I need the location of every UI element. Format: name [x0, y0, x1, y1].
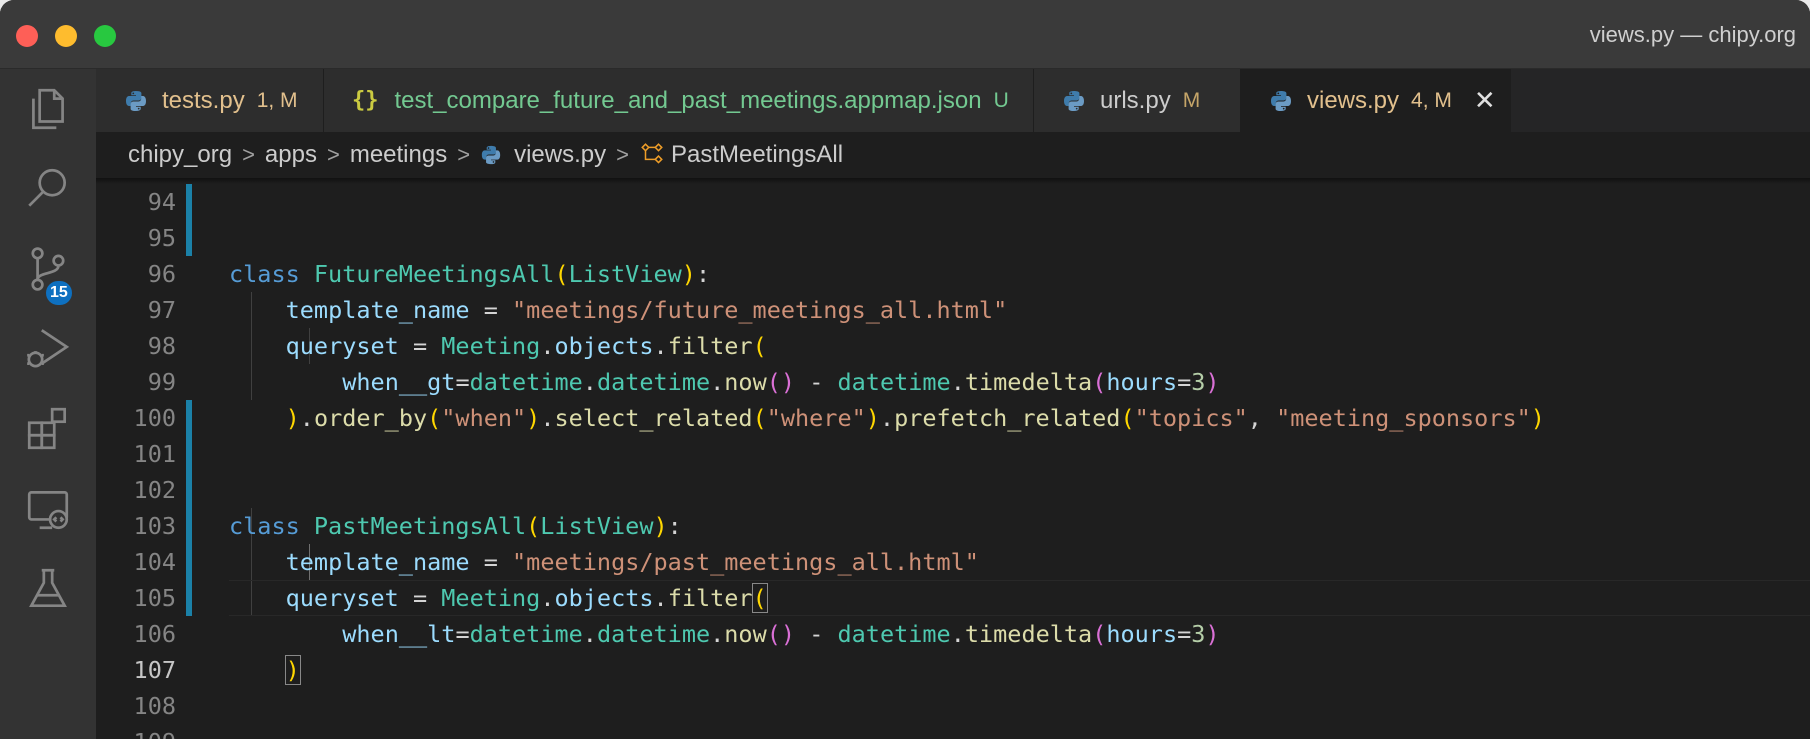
- code-line: 108: [96, 688, 1810, 724]
- close-window-button[interactable]: [16, 25, 38, 47]
- json-icon: {}: [352, 88, 379, 113]
- search-icon: [28, 168, 67, 207]
- activity-extensions[interactable]: [0, 389, 96, 469]
- code-line: 106 when__lt=datetime.datetime.now() - d…: [96, 616, 1810, 652]
- source-control-badge: 15: [44, 279, 74, 307]
- window-title: views.py — chipy.org: [1589, 22, 1796, 47]
- code-text: template_name = "meetings/past_meetings_…: [285, 548, 979, 576]
- activity-run-debug[interactable]: [0, 309, 96, 389]
- breadcrumb-separator: >: [326, 142, 340, 167]
- code-line: 95: [96, 220, 1810, 256]
- activity-search[interactable]: [0, 149, 96, 229]
- line-number: 97: [147, 296, 176, 324]
- tab-label: tests.py: [162, 86, 245, 114]
- remote-explorer-icon: [27, 490, 69, 530]
- tab-views-py[interactable]: views.py 4, M ✕: [1241, 69, 1511, 132]
- python-icon: [126, 90, 146, 111]
- files-icon: [32, 88, 64, 130]
- breadcrumb: chipy_org > apps > meetings > views.py >…: [96, 132, 1810, 178]
- class-symbol-icon: [641, 143, 663, 164]
- tab-label: urls.py: [1100, 86, 1171, 114]
- line-number: 95: [147, 224, 176, 252]
- tab-tests-py[interactable]: tests.py 1, M: [96, 69, 324, 132]
- code-line: 105 queryset = Meeting.objects.filter(: [96, 580, 1810, 616]
- code-text: queryset = Meeting.objects.filter(: [285, 332, 767, 360]
- line-number: 102: [133, 476, 176, 504]
- code-line: 97 template_name = "meetings/future_meet…: [96, 292, 1810, 328]
- breadcrumb-item[interactable]: meetings: [350, 141, 447, 169]
- code-line-current: 107 ): [96, 652, 1810, 688]
- breadcrumb-separator: >: [457, 142, 471, 167]
- line-number: 104: [133, 548, 176, 576]
- code-text: when__lt=datetime.datetime.now() - datet…: [342, 620, 1220, 648]
- code-line: 102: [96, 472, 1810, 508]
- line-number: 103: [133, 512, 176, 540]
- close-tab-icon[interactable]: ✕: [1474, 85, 1496, 116]
- breadcrumb-item[interactable]: PastMeetingsAll: [671, 141, 843, 169]
- line-number: 109: [96, 728, 176, 739]
- line-number: 100: [133, 404, 176, 432]
- tab-urls-py[interactable]: urls.py M: [1034, 69, 1241, 132]
- run-debug-icon: [27, 329, 70, 368]
- code-text: template_name = "meetings/future_meeting…: [285, 296, 1008, 324]
- line-number: 105: [133, 584, 176, 612]
- python-icon: [481, 145, 501, 165]
- code-line: 99 when__gt=datetime.datetime.now() - da…: [96, 364, 1810, 400]
- code-text: class PastMeetingsAll(ListView):: [229, 512, 682, 540]
- code-line: 100 ).order_by("when").select_related("w…: [96, 400, 1810, 436]
- minimize-window-button[interactable]: [55, 25, 77, 47]
- code-editor[interactable]: 94 95 96 class FutureMeetingsAll(ListVie…: [96, 184, 1810, 739]
- zoom-window-button[interactable]: [94, 25, 116, 47]
- code-text: queryset = Meeting.objects.filter(: [285, 583, 768, 613]
- tab-status: M: [1182, 88, 1201, 112]
- code-line: 94: [96, 184, 1810, 220]
- line-number: 107: [133, 656, 176, 684]
- code-text: ): [284, 655, 301, 685]
- activity-testing[interactable]: [0, 549, 96, 629]
- breadcrumb-separator: >: [616, 142, 629, 167]
- tab-appmap-json[interactable]: {} test_compare_future_and_past_meetings…: [324, 69, 1034, 132]
- code-line: 101: [96, 436, 1810, 472]
- python-icon: [1064, 90, 1084, 111]
- code-text: when__gt=datetime.datetime.now() - datet…: [342, 368, 1220, 396]
- tab-bar: tests.py 1, M {} test_compare_future_and…: [96, 69, 1810, 132]
- tab-status: 4, M: [1411, 88, 1452, 112]
- code-line: 96 class FutureMeetingsAll(ListView):: [96, 256, 1810, 292]
- vscode-window: views.py — chipy.org 15 tests.py 1, M {}…: [0, 0, 1810, 739]
- tab-status: U: [993, 88, 1009, 112]
- activity-source-control[interactable]: 15: [0, 229, 96, 309]
- code-line: 109: [96, 724, 1810, 739]
- code-text: class FutureMeetingsAll(ListView):: [229, 260, 711, 288]
- beaker-icon: [29, 568, 67, 608]
- line-number: 96: [147, 260, 176, 288]
- code-line: 98 queryset = Meeting.objects.filter(: [96, 328, 1810, 364]
- code-line: 104 template_name = "meetings/past_meeti…: [96, 544, 1810, 580]
- breadcrumb-separator: >: [242, 142, 255, 167]
- python-icon: [1271, 90, 1291, 111]
- breadcrumb-item[interactable]: chipy_org: [128, 141, 232, 169]
- activity-remote-explorer[interactable]: [0, 469, 96, 549]
- tab-label: test_compare_future_and_past_meetings.ap…: [394, 86, 982, 114]
- line-number: 101: [133, 440, 176, 468]
- line-number: 99: [147, 368, 176, 396]
- extensions-icon: [27, 407, 67, 450]
- title-bar: views.py — chipy.org: [0, 0, 1810, 69]
- line-number: 94: [147, 188, 176, 216]
- code-text: ).order_by("when").select_related("where…: [285, 404, 1545, 432]
- tab-status: 1, M: [256, 88, 298, 112]
- line-number: 106: [133, 620, 176, 648]
- line-number: 108: [133, 692, 176, 720]
- line-number: 98: [147, 332, 176, 360]
- tab-label: views.py: [1307, 86, 1400, 114]
- activity-explorer[interactable]: [0, 69, 96, 149]
- breadcrumb-item[interactable]: views.py: [514, 141, 606, 169]
- breadcrumb-item[interactable]: apps: [265, 141, 317, 169]
- activity-bar: 15: [0, 69, 96, 739]
- code-line: 103 class PastMeetingsAll(ListView):: [96, 508, 1810, 544]
